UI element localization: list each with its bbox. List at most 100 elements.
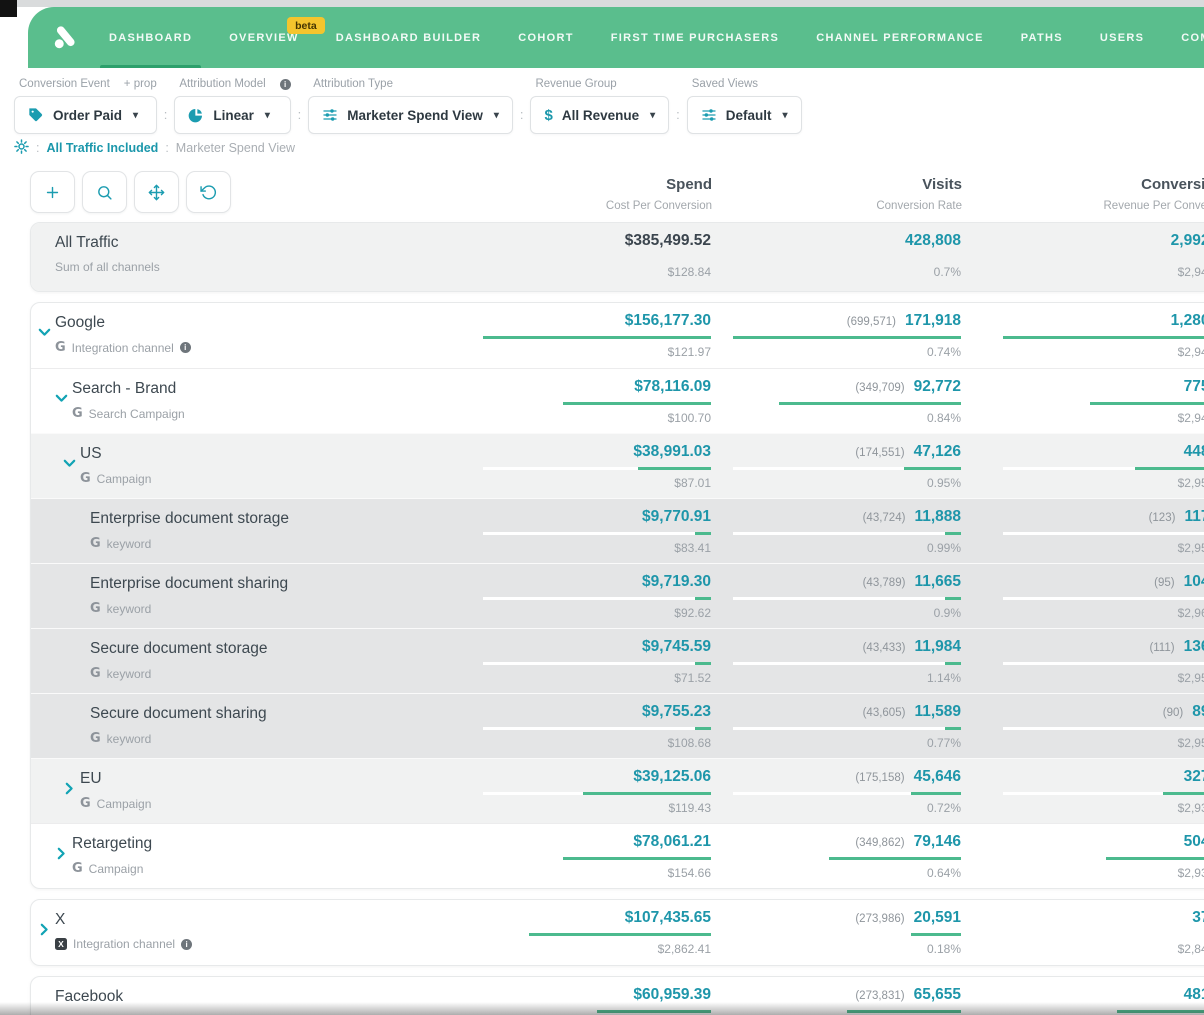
row-label[interactable]: All TrafficSum of all channels — [31, 223, 461, 291]
visits-value: 428,808 — [905, 232, 961, 250]
row-subtitle-text: keyword — [107, 667, 152, 681]
visits-cell: (273,986)20,5910.18% — [711, 900, 961, 965]
visits-sub-value: 0.64% — [711, 866, 961, 880]
bar-fill — [945, 727, 961, 730]
spend-bar — [483, 662, 711, 665]
filter-add-prop[interactable]: + prop — [124, 78, 157, 90]
chevron-down-icon[interactable] — [38, 328, 51, 337]
visits-bar — [733, 1010, 961, 1013]
history-button[interactable] — [186, 171, 231, 213]
row-label[interactable]: Secure document sharingGkeyword — [31, 694, 461, 758]
gear-icon[interactable] — [14, 139, 29, 157]
filter-select-attribution-model[interactable]: Linear▾ — [174, 96, 290, 134]
filter-label-text: Saved Views — [692, 78, 758, 90]
row-label[interactable]: XXIntegration channeli — [31, 900, 461, 965]
column-primary-label[interactable]: Spend — [462, 176, 712, 193]
bar-track — [733, 727, 961, 730]
info-icon[interactable]: i — [181, 939, 192, 950]
row-subtitle-text: Search Campaign — [89, 407, 185, 421]
move-button[interactable] — [134, 171, 179, 213]
column-header-conversions: ConversionsRevenue Per Conversion — [962, 171, 1204, 212]
conv-cell: 2,992.00$2,949.80 — [961, 223, 1204, 291]
row-label[interactable]: Facebook — [31, 977, 461, 1015]
table-row: XXIntegration channeli$107,435.65$2,862.… — [31, 900, 1204, 965]
row-label[interactable]: GoogleGIntegration channeli — [31, 303, 461, 368]
nav-tab-channel-performance[interactable]: CHANNEL PERFORMANCE — [816, 7, 984, 68]
row-label[interactable]: Enterprise document storageGkeyword — [31, 499, 461, 563]
bar-track — [733, 597, 961, 600]
column-primary-label[interactable]: Visits — [712, 176, 962, 193]
row-subtitle: Gkeyword — [90, 601, 461, 616]
applied-view-name: Marketer Spend View — [176, 141, 295, 155]
conv-value: 448.15 — [1184, 443, 1204, 461]
conv-value-line: 37.52 — [961, 909, 1204, 927]
row-title: Secure document storage — [90, 640, 461, 658]
row-label[interactable]: USGCampaign — [31, 434, 461, 498]
pie-icon — [188, 107, 204, 123]
row-label[interactable]: Secure document storageGkeyword — [31, 629, 461, 693]
spend-value: $9,755.23 — [642, 703, 711, 721]
chevron-right-icon[interactable] — [55, 849, 68, 858]
filter-label: Saved Views — [692, 78, 802, 90]
row-label[interactable]: RetargetingGCampaign — [31, 824, 461, 888]
bar-fill — [597, 1010, 711, 1013]
plus-button[interactable] — [30, 171, 75, 213]
row-label[interactable]: Search - BrandGSearch Campaign — [31, 369, 461, 433]
chevron-down-icon: ▾ — [494, 110, 499, 121]
conv-bar — [1003, 402, 1204, 405]
visits-cell: (175,158)45,6460.72% — [711, 759, 961, 823]
spend-value-line: $9,770.91 — [461, 508, 711, 526]
chevron-right-icon[interactable] — [63, 784, 76, 793]
conv-value: 37.52 — [1192, 909, 1204, 927]
info-icon[interactable]: i — [180, 342, 191, 353]
bar-track — [1003, 532, 1204, 535]
nav-tab-overview[interactable]: OVERVIEWbeta — [229, 7, 299, 68]
filter-select-revenue-group[interactable]: $All Revenue▾ — [530, 96, 669, 134]
nav-tab-paths[interactable]: PATHS — [1021, 7, 1063, 68]
visits-sub-value: 0.18% — [711, 942, 961, 956]
conv-cell: (123)117.18$2,955.15 — [961, 499, 1204, 563]
info-icon[interactable]: i — [280, 79, 291, 90]
spend-bar — [483, 933, 711, 936]
google-icon: G — [55, 340, 66, 355]
visits-value: 47,126 — [914, 443, 961, 461]
filter-label-text: Revenue Group — [535, 78, 616, 90]
column-primary-label[interactable]: Conversions — [962, 176, 1204, 193]
conv-sub-value: $2,844.15 — [961, 942, 1204, 956]
spend-value-line: $39,125.06 — [461, 768, 711, 786]
bar-track — [733, 532, 961, 535]
visits-value: 11,665 — [914, 573, 961, 591]
visits-bar — [733, 857, 961, 860]
applied-traffic-filter[interactable]: All Traffic Included — [46, 141, 158, 155]
search-button[interactable] — [82, 171, 127, 213]
conv-sub-value: $2,969.05 — [961, 606, 1204, 620]
conv-bar — [1003, 1010, 1204, 1013]
conv-sub-value: $2,949.25 — [961, 411, 1204, 425]
table-toolbar — [30, 171, 231, 213]
nav-tab-dashboard-builder[interactable]: DASHBOARD BUILDER — [336, 7, 482, 68]
filter-select-attribution-type[interactable]: Marketer Spend View ▾ — [308, 96, 513, 134]
chevron-down-icon[interactable] — [55, 394, 68, 403]
chevron-down-icon[interactable] — [63, 459, 76, 468]
google-icon: G — [80, 796, 91, 811]
visits-value-line: (43,724)11,888 — [711, 508, 961, 526]
conv-value: 775.75 — [1184, 378, 1204, 396]
filter-select-conversion-event[interactable]: Order Paid▾ — [14, 96, 157, 134]
spend-cell: $39,125.06$119.43 — [461, 759, 711, 823]
nav-tab-cohort[interactable]: COHORT — [518, 7, 573, 68]
nav-tab-users[interactable]: USERS — [1100, 7, 1144, 68]
filter-select-saved-views[interactable]: Default▾ — [687, 96, 802, 134]
nav-tab-first-time-purchasers[interactable]: FIRST TIME PURCHASERS — [611, 7, 779, 68]
column-secondary-label: Conversion Rate — [712, 200, 962, 212]
conv-cell: 481.36 — [961, 977, 1204, 1015]
row-label[interactable]: Enterprise document sharingGkeyword — [31, 564, 461, 628]
nav-tab-companies[interactable]: COMPANIES — [1181, 7, 1204, 68]
visits-sub-value: 0.7% — [711, 265, 961, 279]
chevron-right-icon[interactable] — [38, 925, 51, 934]
nav-tab-dashboard[interactable]: DASHBOARD — [109, 7, 192, 68]
filter-selected-value: Marketer Spend View — [347, 108, 483, 123]
nav-tab-label: DASHBOARD — [109, 32, 192, 44]
conv-secondary-count: (95) — [1154, 577, 1174, 589]
conv-cell: (111)136.25$2,959.25 — [961, 629, 1204, 693]
row-label[interactable]: EUGCampaign — [31, 759, 461, 823]
